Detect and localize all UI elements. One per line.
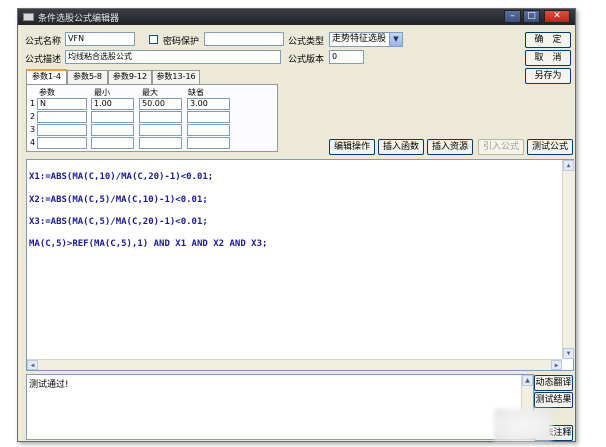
- code-line: X3:=ABS(MA(C,5)/MA(C,20)-1)<0.01;: [29, 217, 208, 227]
- param-max-cell[interactable]: [139, 124, 182, 136]
- test-result-message: 测试通过!: [29, 380, 69, 390]
- param-min-cell[interactable]: 1.00: [91, 98, 134, 110]
- password-input[interactable]: [204, 32, 284, 46]
- formula-version-label: 公式版本: [288, 55, 325, 65]
- app-icon: [23, 13, 34, 21]
- formula-name-label: 公式名称: [25, 37, 62, 47]
- param-min-cell[interactable]: [91, 124, 134, 136]
- param-header-max: 最大: [142, 88, 158, 97]
- param-header-default: 缺省: [188, 88, 204, 97]
- minimize-button[interactable]: –: [504, 10, 521, 23]
- params-panel: 参数 最小 最大 缺省 1 N 1.00 50.00 3.00 2 3 4: [26, 84, 278, 152]
- import-formula-button[interactable]: 引入公式: [478, 139, 524, 155]
- tab-params-13-16[interactable]: 参数13-16: [152, 70, 200, 84]
- edit-operations-button[interactable]: 编辑操作: [329, 139, 375, 155]
- scroll-left-icon[interactable]: ◀: [27, 360, 38, 370]
- param-name-cell[interactable]: [37, 111, 87, 123]
- formula-desc-label: 公式描述: [25, 55, 62, 65]
- formula-type-label: 公式类型: [288, 37, 325, 47]
- password-protect-label: 密码保护: [163, 37, 200, 47]
- test-result-button[interactable]: 测试结果: [534, 392, 573, 408]
- param-max-cell[interactable]: 50.00: [139, 98, 182, 110]
- formula-editor-window: 条件选股公式编辑器 – □ ✕ 公式名称 VFN 密码保护 公式类型 走势特征选…: [17, 8, 576, 442]
- param-min-cell[interactable]: [91, 137, 134, 149]
- chevron-down-icon[interactable]: ▼: [389, 33, 402, 46]
- formula-type-value: 走势特征选股: [332, 34, 387, 44]
- param-max-cell[interactable]: [139, 137, 182, 149]
- param-row-number: 4: [30, 138, 36, 147]
- editor-horizontal-scrollbar[interactable]: ◀ ▶: [27, 359, 562, 370]
- tab-params-9-12[interactable]: 参数9-12: [108, 70, 152, 84]
- insert-resource-button[interactable]: 插入资源: [427, 139, 473, 155]
- password-protect-checkbox[interactable]: [149, 35, 158, 44]
- param-row-number: 1: [30, 99, 36, 108]
- scroll-up-icon[interactable]: ▲: [522, 375, 533, 386]
- tab-params-5-8[interactable]: 参数5-8: [67, 70, 108, 84]
- param-header-min: 最小: [94, 88, 110, 97]
- tab-params-1-4[interactable]: 参数1-4: [26, 69, 67, 84]
- code-line: X2:=ABS(MA(C,5)/MA(C,10)-1)<0.01;: [29, 195, 208, 205]
- blurred-watermark: [494, 409, 552, 441]
- test-formula-button[interactable]: 测试公式: [527, 139, 573, 155]
- param-min-cell[interactable]: [91, 111, 134, 123]
- title-bar[interactable]: 条件选股公式编辑器 – □ ✕: [18, 9, 575, 25]
- formula-name-input[interactable]: VFN: [65, 32, 135, 46]
- cancel-button[interactable]: 取 消: [525, 50, 571, 66]
- param-row-number: 2: [30, 112, 36, 121]
- formula-version-input[interactable]: 0: [329, 50, 364, 64]
- param-default-cell[interactable]: [187, 111, 230, 123]
- scroll-up-icon[interactable]: ▲: [563, 160, 574, 171]
- insert-function-button[interactable]: 插入函数: [378, 139, 424, 155]
- code-line: X1:=ABS(MA(C,10)/MA(C,20)-1)<0.01;: [29, 172, 214, 182]
- window-title: 条件选股公式编辑器: [38, 14, 120, 24]
- param-row-number: 3: [30, 125, 36, 134]
- param-name-cell[interactable]: [37, 124, 87, 136]
- confirm-button[interactable]: 确 定: [525, 32, 571, 48]
- formula-type-select[interactable]: 走势特征选股 ▼: [329, 32, 403, 47]
- close-button[interactable]: ✕: [544, 10, 570, 23]
- editor-vertical-scrollbar[interactable]: ▲ ▼: [562, 160, 574, 359]
- scroll-down-icon[interactable]: ▼: [563, 348, 574, 359]
- param-max-cell[interactable]: [139, 111, 182, 123]
- param-name-cell[interactable]: [37, 137, 87, 149]
- param-default-cell[interactable]: [187, 137, 230, 149]
- formula-code-editor[interactable]: X1:=ABS(MA(C,10)/MA(C,20)-1)<0.01; X2:=A…: [26, 159, 574, 371]
- param-default-cell[interactable]: [187, 124, 230, 136]
- scroll-right-icon[interactable]: ▶: [551, 360, 562, 370]
- save-as-button[interactable]: 另存为: [525, 68, 571, 84]
- test-output-panel[interactable]: 测试通过! ▲ ▼: [26, 374, 534, 440]
- param-default-cell[interactable]: 3.00: [187, 98, 230, 110]
- code-line: MA(C,5)>REF(MA(C,5),1) AND X1 AND X2 AND…: [29, 239, 268, 249]
- dynamic-translate-button[interactable]: 动态翻译: [534, 375, 573, 391]
- param-header-name: 参数: [39, 88, 55, 97]
- param-name-cell[interactable]: N: [37, 98, 87, 110]
- formula-desc-input[interactable]: 均线粘合选股公式: [65, 50, 281, 64]
- maximize-button[interactable]: □: [523, 10, 540, 23]
